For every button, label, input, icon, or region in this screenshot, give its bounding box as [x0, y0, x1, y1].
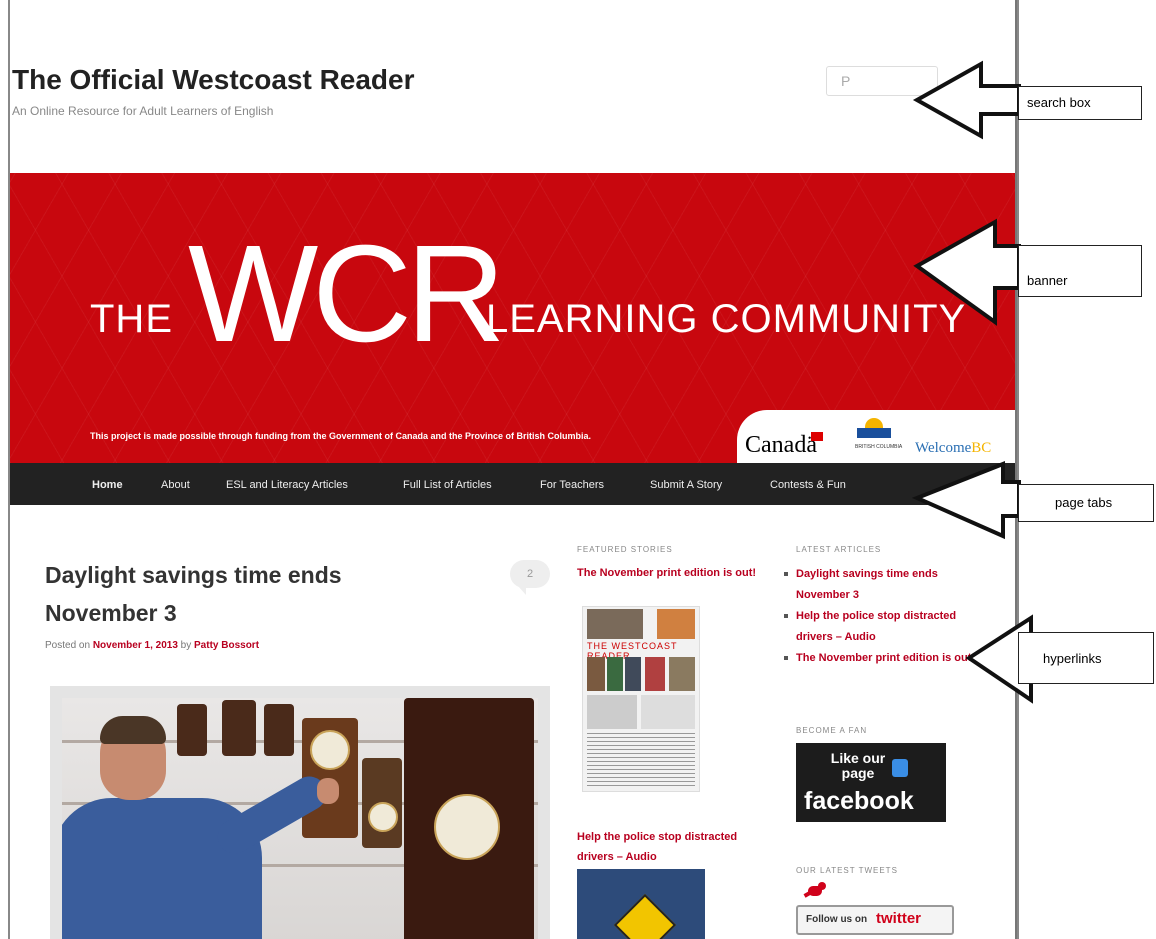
latest-articles-heading: LATEST ARTICLES [796, 545, 882, 554]
post-title[interactable]: Daylight savings time ends November 3 [45, 556, 405, 632]
clock-shop-photo [62, 698, 538, 939]
tab-contests-fun[interactable]: Contests & Fun [770, 479, 846, 491]
tab-for-teachers[interactable]: For Teachers [540, 479, 604, 491]
banner-the: THE [90, 297, 173, 341]
comment-count-bubble[interactable]: 2 [510, 560, 550, 595]
thumbs-up-icon [892, 759, 908, 777]
browser-page: The Official Westcoast Reader An Online … [8, 0, 1019, 939]
site-title[interactable]: The Official Westcoast Reader [12, 64, 415, 96]
search-box-arrow-icon [912, 60, 1021, 140]
latest-articles-list: Daylight savings time ends November 3 He… [782, 564, 992, 669]
print-edition-thumbnail[interactable]: THE WESTCOAST READER [582, 606, 700, 792]
twitter-follow-button[interactable]: Follow us on twitter [796, 905, 954, 935]
post-author-link[interactable]: Patty Bossort [194, 640, 259, 651]
twitter-bird-icon [803, 882, 830, 902]
post-date-link[interactable]: November 1, 2013 [93, 640, 178, 651]
latest-tweets-heading: OUR LATEST TWEETS [796, 866, 898, 875]
tab-esl-literacy-articles[interactable]: ESL and Literacy Articles [226, 479, 348, 491]
bc-logo-text: BRITISH COLUMBIA [855, 444, 903, 450]
sponsor-logos: Canadä BRITISH COLUMBIA WelcomeBC [737, 410, 1017, 463]
banner: THE WCR LEARNING COMMUNITY This project … [10, 173, 1017, 463]
facebook-wordmark: facebook [804, 787, 914, 815]
featured-story-link-1[interactable]: The November print edition is out! [577, 563, 757, 583]
welcome-text: Welcome [915, 440, 972, 456]
banner-arrow-icon [913, 218, 1021, 326]
search-icon: P [841, 73, 851, 89]
twitter-follow-text: Follow us on [806, 914, 868, 925]
tab-full-list-of-articles[interactable]: Full List of Articles [403, 479, 492, 491]
become-a-fan-heading: BECOME A FAN [796, 726, 868, 735]
latest-article-link[interactable]: Daylight savings time ends November 3 [782, 564, 992, 606]
page-tabs-arrow-icon [911, 461, 1021, 540]
latest-article-label: Daylight savings time ends November 3 [796, 568, 938, 601]
posted-on-label: Posted on [45, 640, 91, 651]
featured-stories-heading: FEATURED STORIES [577, 545, 673, 554]
annotation-page-tabs: page tabs [1018, 484, 1154, 522]
banner-learning-community: LEARNING COMMUNITY [486, 297, 967, 341]
latest-article-label: Help the police stop distracted drivers … [796, 610, 957, 643]
tab-home[interactable]: Home [92, 479, 123, 491]
banner-funding-note: This project is made possible through fu… [90, 431, 592, 441]
canada-logo: Canadä [745, 432, 817, 458]
featured-story-link-2[interactable]: Help the police stop distracted drivers … [577, 827, 762, 867]
welcome-bc-text: BC [971, 440, 992, 456]
latest-article-label: The November print edition is out! [796, 652, 976, 664]
tab-about[interactable]: About [161, 479, 190, 491]
latest-article-link[interactable]: Help the police stop distracted drivers … [782, 606, 992, 648]
post-photo[interactable] [50, 686, 550, 939]
bc-logo-icon [857, 418, 891, 440]
site-description: An Online Resource for Adult Learners of… [12, 104, 274, 118]
facebook-like-text: Like our page [830, 750, 886, 781]
page-tabs: Home About ESL and Literacy Articles Ful… [10, 463, 1017, 505]
annotation-banner: banner [1018, 245, 1142, 297]
annotation-hyperlinks: hyperlinks [1018, 632, 1154, 684]
post-meta: Posted on November 1, 2013 by Patty Boss… [45, 640, 259, 651]
annotation-search-box: search box [1018, 86, 1142, 120]
by-label: by [180, 640, 192, 651]
banner-wcr: WCR [188, 217, 506, 371]
canada-flag-icon [811, 432, 823, 441]
twitter-wordmark: twitter [876, 910, 921, 927]
tab-submit-a-story[interactable]: Submit A Story [650, 479, 722, 491]
facebook-like-button[interactable]: Like our page facebook [796, 743, 946, 822]
welcomebc-logo: WelcomeBC [915, 440, 991, 457]
distracted-drivers-thumbnail[interactable] [577, 869, 705, 939]
latest-article-link[interactable]: The November print edition is out! [782, 648, 992, 669]
